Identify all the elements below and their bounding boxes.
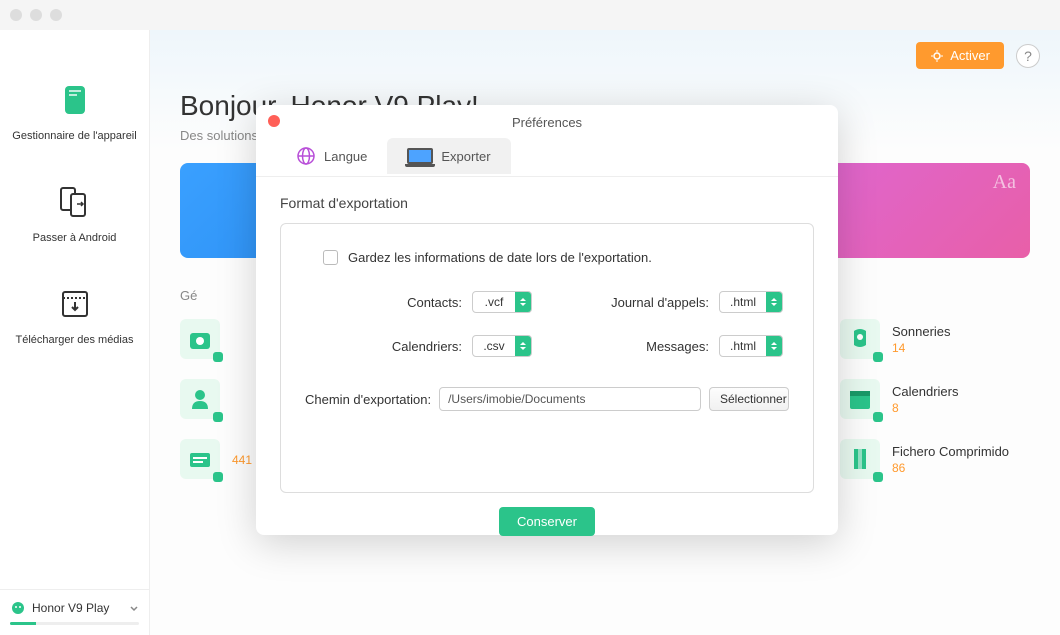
traffic-lights — [10, 9, 62, 21]
category-icon — [180, 439, 220, 479]
export-path-input[interactable] — [439, 387, 701, 411]
category-count: 14 — [892, 341, 951, 355]
sidebar-item-label: Gestionnaire de l'appareil — [10, 130, 139, 142]
close-modal-button[interactable] — [268, 115, 280, 127]
journal-label: Journal d'appels: — [611, 295, 709, 310]
category-icon — [180, 379, 220, 419]
category-count: 8 — [892, 401, 958, 415]
category-count: 86 — [892, 461, 1009, 475]
sidebar-item-label: Passer à Android — [10, 232, 139, 244]
grid-item[interactable]: Calendriers 8 — [840, 379, 1030, 419]
window-titlebar — [0, 0, 1060, 30]
storage-bar — [10, 622, 139, 625]
tab-langue[interactable]: Langue — [276, 136, 387, 176]
device-footer: Honor V9 Play — [0, 589, 149, 635]
sidebar-item-label: Télécharger des médias — [10, 334, 139, 346]
stepper-icon — [766, 292, 782, 312]
device-selector[interactable]: Honor V9 Play — [10, 600, 139, 616]
sidebar-item-download-media[interactable]: Télécharger des médias — [0, 264, 149, 366]
messages-label: Messages: — [646, 339, 709, 354]
category-title: Sonneries — [892, 324, 951, 339]
chevron-down-icon — [129, 603, 139, 613]
aa-icon: Aa — [993, 171, 1016, 194]
journal-format-select[interactable]: .html — [719, 291, 783, 313]
sidebar-item-device-manager[interactable]: Gestionnaire de l'appareil — [0, 60, 149, 162]
minimize-window-button[interactable] — [30, 9, 42, 21]
key-icon — [930, 49, 944, 63]
maximize-window-button[interactable] — [50, 9, 62, 21]
contacts-format-select[interactable]: .vcf — [472, 291, 532, 313]
activate-button[interactable]: Activer — [916, 42, 1004, 69]
category-icon — [840, 379, 880, 419]
sidebar-item-switch-android[interactable]: Passer à Android — [0, 162, 149, 264]
category-icon — [840, 319, 880, 359]
category-count: 441 — [232, 453, 252, 467]
transfer-icon — [55, 182, 95, 222]
category-icon — [180, 319, 220, 359]
category-title: Fichero Comprimido — [892, 444, 1009, 459]
keep-date-checkbox[interactable] — [323, 250, 338, 265]
select-path-button[interactable]: Sélectionner — [709, 387, 789, 411]
tab-exporter[interactable]: Exporter — [387, 138, 510, 174]
grid-item[interactable]: Fichero Comprimido 86 — [840, 439, 1030, 479]
stepper-icon — [515, 292, 531, 312]
download-icon — [55, 284, 95, 324]
path-label: Chemin d'exportation: — [305, 392, 431, 407]
keep-date-label: Gardez les informations de date lors de … — [348, 250, 652, 265]
close-window-button[interactable] — [10, 9, 22, 21]
messages-format-select[interactable]: .html — [719, 335, 783, 357]
section-heading: Format d'exportation — [280, 195, 814, 211]
globe-icon — [296, 146, 316, 166]
android-icon — [10, 600, 26, 616]
stepper-icon — [766, 336, 782, 356]
calendriers-label: Calendriers: — [392, 339, 462, 354]
stepper-icon — [515, 336, 531, 356]
category-title: Calendriers — [892, 384, 958, 399]
laptop-icon — [407, 148, 433, 164]
phone-icon — [55, 80, 95, 120]
save-button[interactable]: Conserver — [499, 507, 595, 536]
grid-item[interactable]: Sonneries 14 — [840, 319, 1030, 359]
contacts-label: Contacts: — [407, 295, 462, 310]
help-button[interactable]: ? — [1016, 44, 1040, 68]
category-icon — [840, 439, 880, 479]
preferences-modal: Préférences Langue Exporter Format d'exp… — [256, 105, 838, 535]
device-name: Honor V9 Play — [32, 601, 109, 615]
calendriers-format-select[interactable]: .csv — [472, 335, 532, 357]
sidebar: Gestionnaire de l'appareil Passer à Andr… — [0, 30, 150, 635]
modal-title: Préférences — [256, 105, 838, 136]
